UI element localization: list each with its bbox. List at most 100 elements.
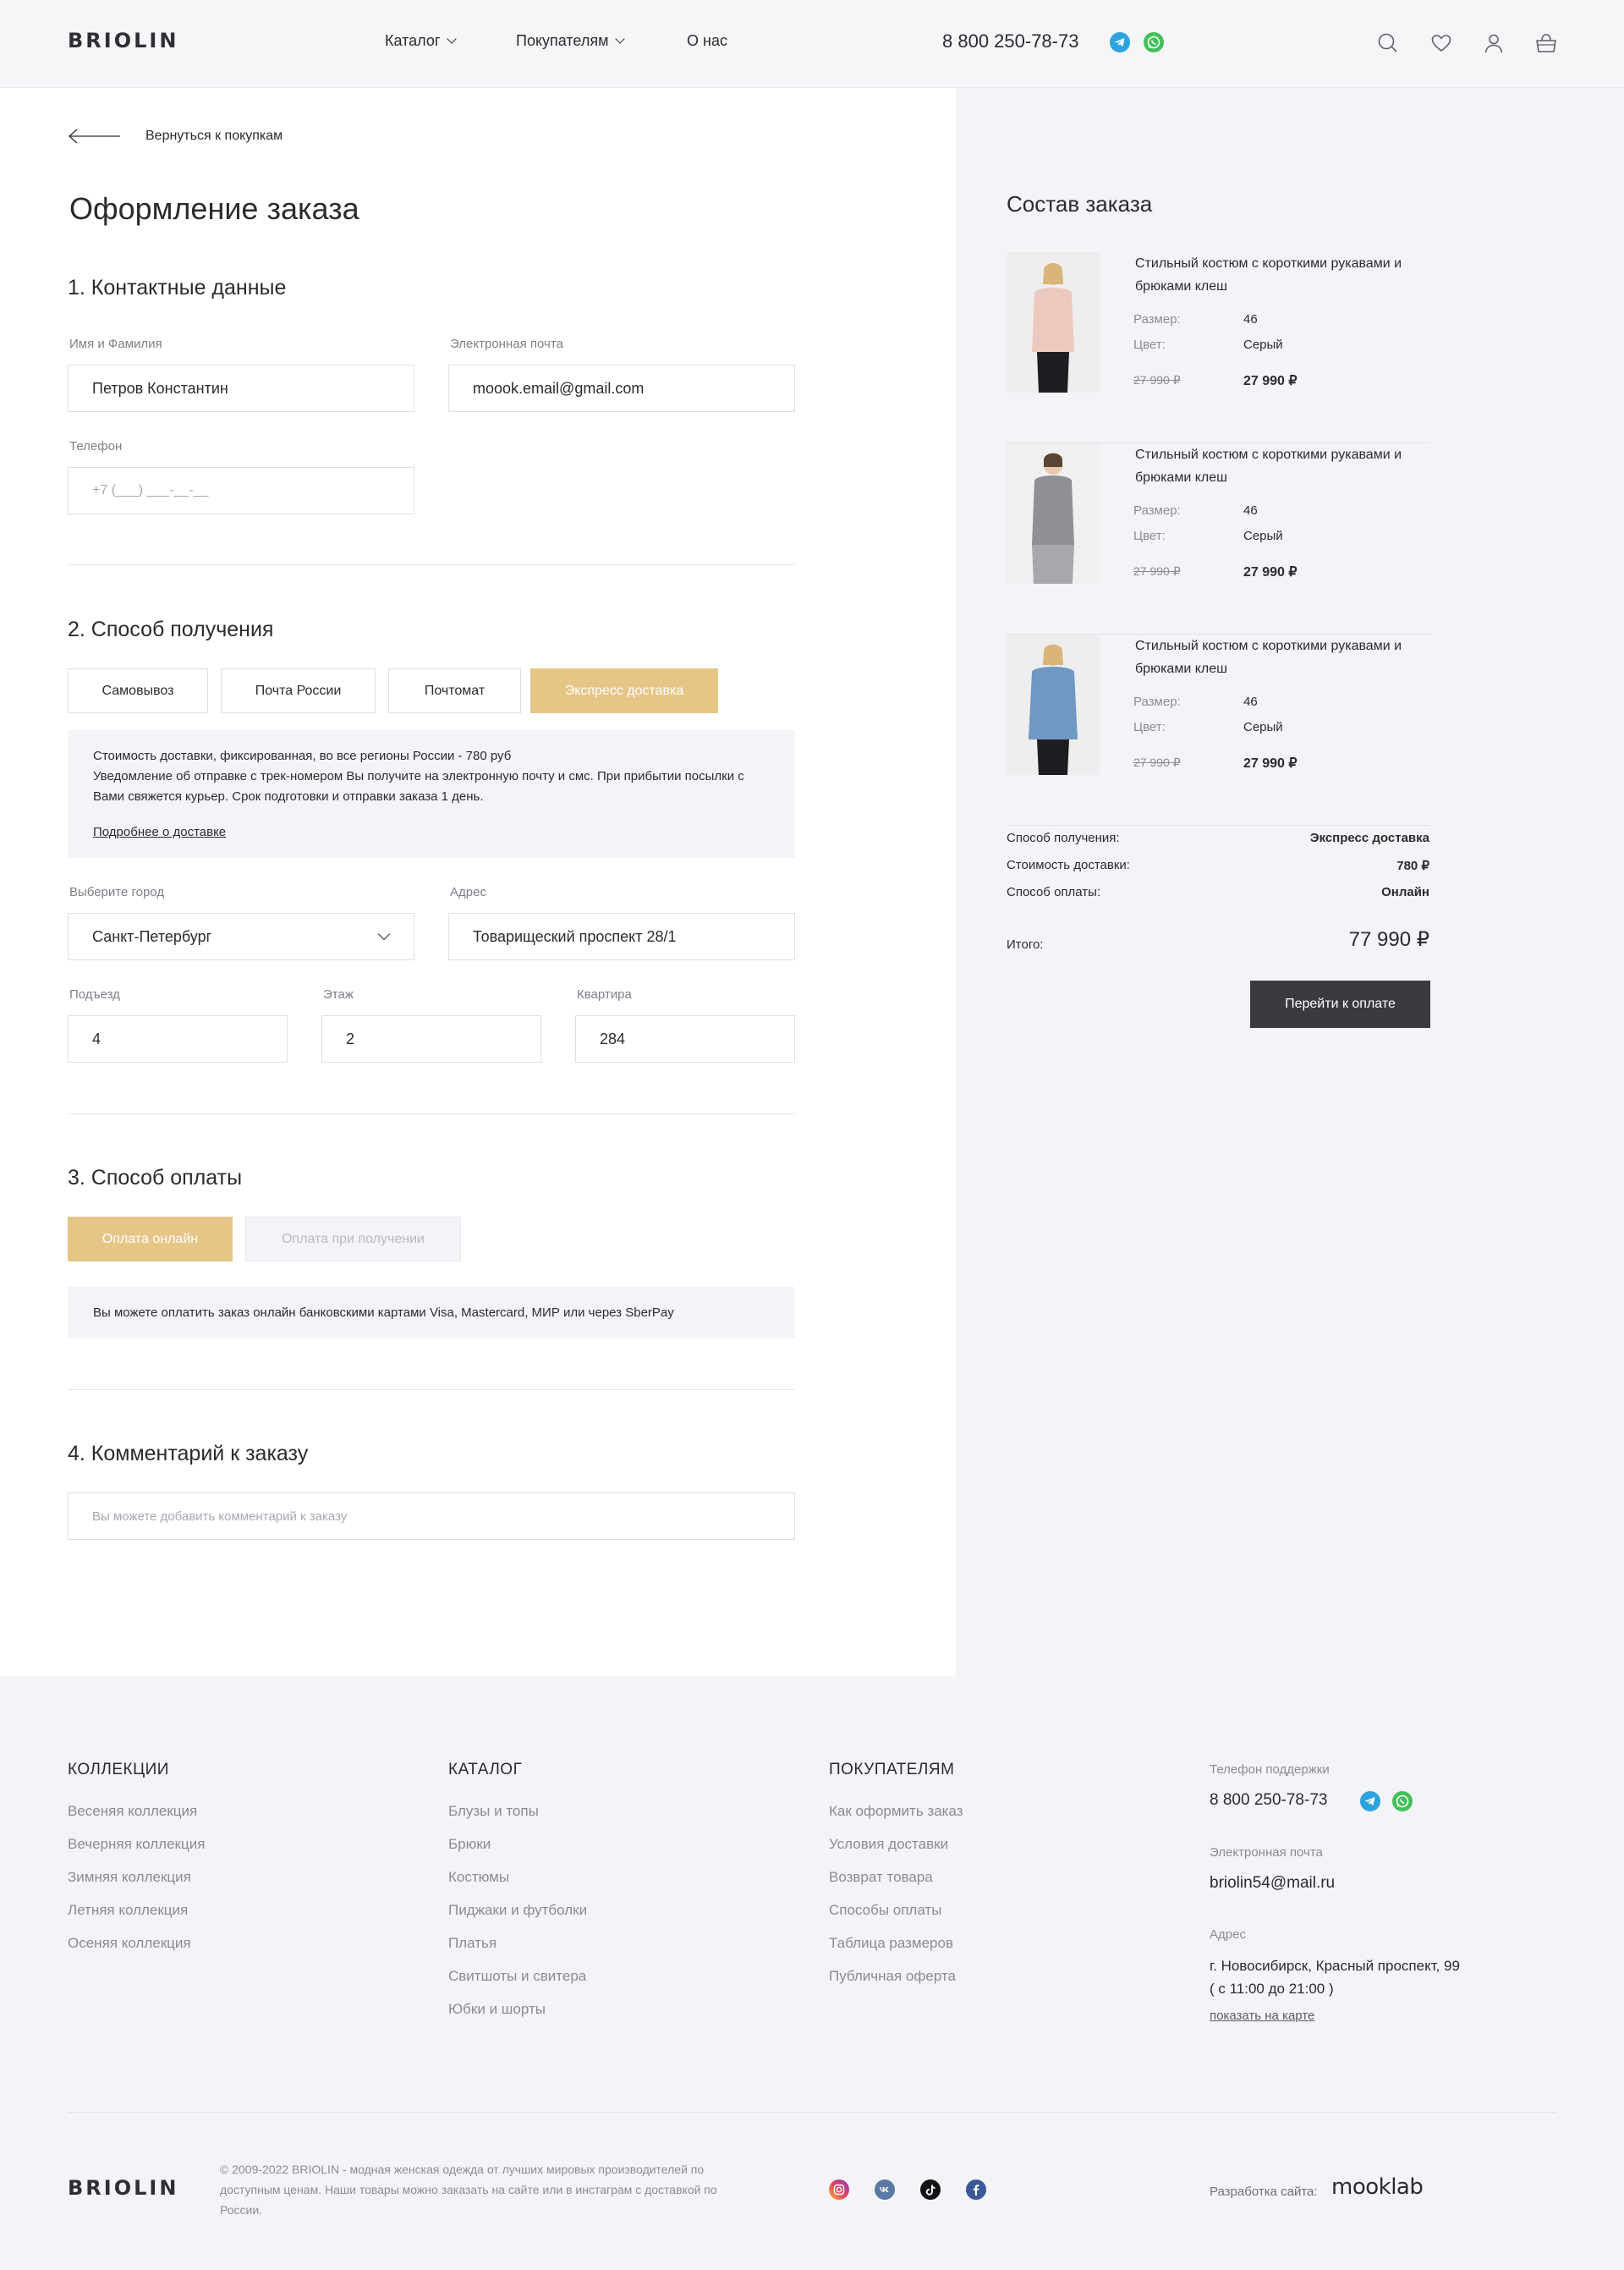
order-item: Стильный костюм с короткими рукавами и б… bbox=[1007, 635, 1429, 826]
back-label: Вернуться к покупкам bbox=[145, 129, 283, 143]
nav-about[interactable]: О нас bbox=[687, 32, 727, 50]
size-label: Размер: bbox=[1133, 312, 1181, 327]
footer-link[interactable]: Осеняя коллекция bbox=[68, 1935, 191, 1952]
delivery-postamat-button[interactable]: Почтомат bbox=[388, 668, 521, 713]
telegram-icon[interactable] bbox=[1110, 32, 1130, 52]
whatsapp-icon[interactable] bbox=[1144, 32, 1164, 52]
logo[interactable]: BRIOLIN bbox=[68, 29, 178, 52]
product-name[interactable]: Стильный костюм с короткими рукавами и б… bbox=[1135, 635, 1423, 680]
footer-catalog-title: КАТАЛОГ bbox=[448, 1761, 523, 1778]
footer-link[interactable]: Таблица размеров bbox=[829, 1935, 953, 1952]
footer-link[interactable]: Пиджаки и футболки bbox=[448, 1902, 587, 1919]
product-image[interactable] bbox=[1007, 252, 1100, 393]
color-value: Серый bbox=[1243, 720, 1283, 734]
product-image[interactable] bbox=[1007, 443, 1100, 584]
order-item: Стильный костюм с короткими рукавами и б… bbox=[1007, 443, 1429, 635]
footer-link[interactable]: Летняя коллекция bbox=[68, 1902, 188, 1919]
support-email[interactable]: briolin54@mail.ru bbox=[1210, 1874, 1335, 1893]
apartment-field[interactable]: 284 bbox=[575, 1015, 795, 1063]
cart-icon[interactable] bbox=[1533, 30, 1559, 56]
search-icon[interactable] bbox=[1375, 30, 1401, 56]
payment-online-button[interactable]: Оплата онлайн bbox=[68, 1217, 233, 1261]
name-label: Имя и Фамилия bbox=[69, 337, 162, 351]
footer-link[interactable]: Способы оплаты bbox=[829, 1902, 941, 1919]
footer-link[interactable]: Как оформить заказ bbox=[829, 1803, 963, 1820]
section-divider bbox=[68, 1113, 795, 1114]
delivery-pickup-button[interactable]: Самовывоз bbox=[68, 668, 208, 713]
delivery-express-button[interactable]: Экспресс доставка bbox=[530, 668, 718, 713]
footer-link[interactable]: Брюки bbox=[448, 1836, 491, 1853]
footer-link[interactable]: Возврат товара bbox=[829, 1869, 933, 1886]
footer-link[interactable]: Условия доставки bbox=[829, 1836, 948, 1853]
nav-about-label: О нас bbox=[687, 32, 727, 49]
order-item: Стильный костюм с короткими рукавами и б… bbox=[1007, 252, 1429, 443]
size-label: Размер: bbox=[1133, 695, 1181, 709]
support-phone[interactable]: 8 800 250-78-73 bbox=[1210, 1791, 1327, 1810]
heart-icon[interactable] bbox=[1429, 30, 1454, 56]
old-price: 27 990 ₽ bbox=[1133, 564, 1181, 578]
footer-link[interactable]: Блузы и топы bbox=[448, 1803, 539, 1820]
footer-link[interactable]: Платья bbox=[448, 1935, 497, 1952]
summary-payment-method: Способ оплаты: Онлайн bbox=[1007, 885, 1429, 899]
footer-link[interactable]: Юбки и шорты bbox=[448, 2001, 546, 2018]
color-value: Серый bbox=[1243, 338, 1283, 352]
proceed-to-payment-button[interactable]: Перейти к оплате bbox=[1250, 981, 1430, 1028]
section-divider bbox=[68, 564, 795, 565]
footer-logo[interactable]: BRIOLIN bbox=[68, 2176, 178, 2200]
developer-label: Разработка сайта: bbox=[1210, 2185, 1318, 2199]
product-image[interactable] bbox=[1007, 635, 1100, 775]
tiktok-icon[interactable] bbox=[920, 2179, 941, 2200]
footer-link[interactable]: Костюмы bbox=[448, 1869, 509, 1886]
footer-link[interactable]: Свитшоты и свитера bbox=[448, 1968, 586, 1985]
city-select[interactable]: Санкт-Петербург bbox=[68, 913, 414, 960]
delivery-details-link[interactable]: Подробнее о доставке bbox=[93, 825, 226, 839]
footer-buyers-title: ПОКУПАТЕЛЯМ bbox=[829, 1761, 955, 1778]
delivery-info-cost: Стоимость доставки, фиксированная, во вс… bbox=[93, 749, 512, 763]
size-value: 46 bbox=[1243, 695, 1258, 709]
product-name[interactable]: Стильный костюм с короткими рукавами и б… bbox=[1135, 252, 1423, 298]
entrance-field[interactable]: 4 bbox=[68, 1015, 288, 1063]
show-on-map-link[interactable]: показать на карте bbox=[1210, 2009, 1314, 2023]
store-address: г. Новосибирск, Красный проспект, 99 ( с… bbox=[1210, 1958, 1460, 1997]
name-field[interactable]: Петров Константин bbox=[68, 365, 414, 412]
user-icon[interactable] bbox=[1481, 30, 1506, 56]
email-label: Электронная почта bbox=[1210, 1845, 1323, 1860]
whatsapp-icon[interactable] bbox=[1392, 1791, 1413, 1811]
footer-link[interactable]: Вечерняя коллекция bbox=[68, 1836, 205, 1853]
old-price: 27 990 ₽ bbox=[1133, 756, 1181, 769]
delivery-section-title: 2. Способ получения bbox=[68, 618, 274, 641]
footer-link[interactable]: Зимняя коллекция bbox=[68, 1869, 191, 1886]
header-phone[interactable]: 8 800 250-78-73 bbox=[942, 30, 1078, 52]
size-label: Размер: bbox=[1133, 503, 1181, 518]
old-price: 27 990 ₽ bbox=[1133, 373, 1181, 387]
payment-on-delivery-button[interactable]: Оплата при получении bbox=[245, 1217, 461, 1261]
footer-link[interactable]: Публичная оферта bbox=[829, 1968, 956, 1985]
floor-label: Этаж bbox=[323, 987, 354, 1002]
nav-buyers-label: Покупателям bbox=[516, 32, 609, 49]
comment-field[interactable]: Вы можете добавить комментарий к заказу bbox=[68, 1492, 795, 1540]
phone-field[interactable]: +7 (___) ___-__-__ bbox=[68, 467, 414, 514]
instagram-icon[interactable] bbox=[829, 2179, 849, 2200]
chevron-down-icon bbox=[377, 927, 391, 941]
product-name[interactable]: Стильный костюм с короткими рукавами и б… bbox=[1135, 443, 1423, 489]
delivery-russian-post-button[interactable]: Почта России bbox=[221, 668, 376, 713]
address-field[interactable]: Товарищеский проспект 28/1 bbox=[448, 913, 795, 960]
nav-catalog[interactable]: Каталог bbox=[385, 32, 458, 50]
footer-divider bbox=[68, 2112, 1556, 2113]
email-field[interactable]: moook.email@gmail.com bbox=[448, 365, 795, 412]
color-label: Цвет: bbox=[1133, 529, 1166, 543]
payment-info-box: Вы можете оплатить заказ онлайн банковск… bbox=[68, 1287, 795, 1338]
developer-logo[interactable]: mooklab bbox=[1331, 2174, 1424, 2200]
price: 27 990 ₽ bbox=[1243, 374, 1298, 388]
back-to-shopping-link[interactable]: Вернуться к покупкам bbox=[68, 128, 283, 145]
arrow-left-icon bbox=[69, 129, 120, 144]
footer-link[interactable]: Весеняя коллекция bbox=[68, 1803, 197, 1820]
vk-icon[interactable] bbox=[875, 2179, 895, 2200]
order-title: Состав заказа bbox=[1007, 191, 1153, 217]
telegram-icon[interactable] bbox=[1360, 1791, 1380, 1811]
floor-field[interactable]: 2 bbox=[321, 1015, 541, 1063]
facebook-icon[interactable] bbox=[966, 2179, 986, 2200]
chevron-down-icon bbox=[615, 34, 626, 44]
nav-buyers[interactable]: Покупателям bbox=[516, 32, 626, 50]
support-phone-label: Телефон поддержки bbox=[1210, 1762, 1330, 1777]
